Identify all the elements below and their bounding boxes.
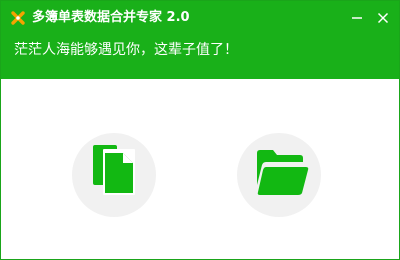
close-icon bbox=[377, 12, 389, 24]
open-folder-icon bbox=[257, 150, 309, 195]
select-files-button[interactable] bbox=[72, 133, 156, 217]
app-window: 多簿单表数据合并专家 2.0 茫茫人海能够遇见你，这辈子值了！ bbox=[0, 0, 400, 260]
minimize-button[interactable] bbox=[349, 10, 365, 26]
minimize-icon bbox=[352, 17, 362, 19]
copy-documents-icon bbox=[93, 145, 135, 195]
header-banner: 多簿单表数据合并专家 2.0 茫茫人海能够遇见你，这辈子值了！ bbox=[1, 1, 399, 79]
window-title: 多簿单表数据合并专家 2.0 bbox=[32, 10, 190, 25]
title-bar[interactable]: 多簿单表数据合并专家 2.0 bbox=[1, 1, 399, 35]
select-folder-button[interactable] bbox=[237, 133, 321, 217]
x-logo-icon bbox=[10, 10, 26, 26]
tagline-text: 茫茫人海能够遇见你，这辈子值了！ bbox=[14, 42, 238, 58]
close-button[interactable] bbox=[375, 10, 391, 26]
